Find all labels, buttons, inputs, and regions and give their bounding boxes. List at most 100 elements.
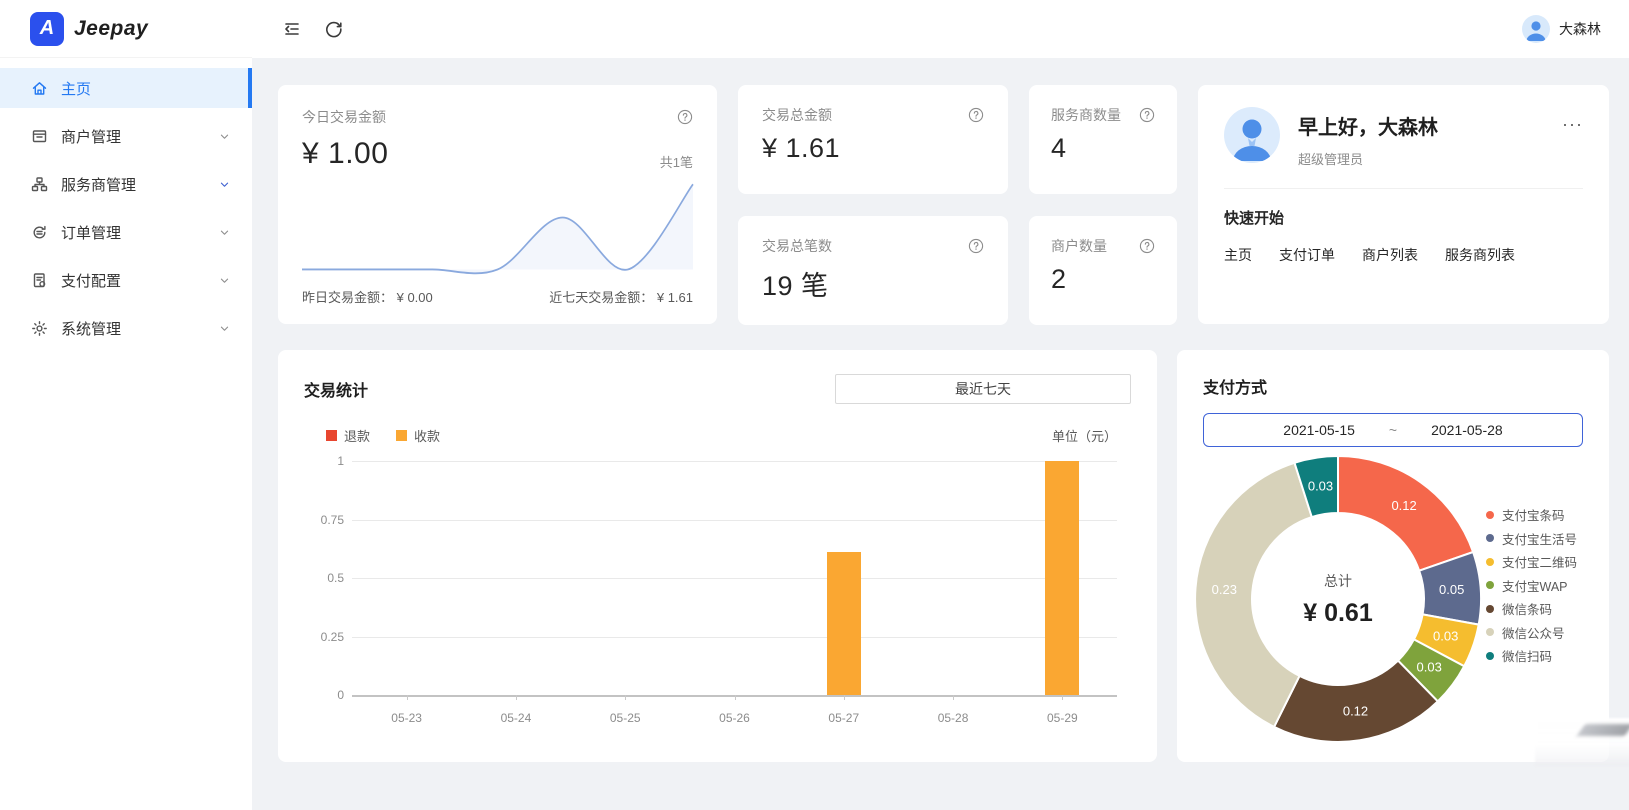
card-mch-count: 商户数量 2	[1029, 216, 1177, 325]
main-content: 今日交易金额 ¥ 1.00 共1笔 昨日交易金额： ¥ 0.00 近七天交易金额…	[252, 58, 1629, 810]
gridline	[352, 520, 1117, 521]
bar-收款-05-27[interactable]	[827, 552, 861, 695]
sidebar-item-2[interactable]: 服务商管理	[0, 164, 252, 204]
quick-link[interactable]: 主页	[1224, 245, 1252, 265]
sidebar-item-1[interactable]: 商户管理	[0, 116, 252, 156]
sidebar-item-label: 主页	[61, 78, 91, 99]
more-ellipsis-icon[interactable]: ···	[1562, 107, 1583, 133]
y-axis-tick: 1	[304, 454, 344, 468]
legend-swatch-icon	[326, 430, 337, 441]
y-axis-tick: 0.25	[304, 630, 344, 644]
sidebar-item-label: 系统管理	[61, 318, 121, 339]
date-start[interactable]: 2021-05-15	[1283, 422, 1355, 438]
chevron-down-icon	[219, 179, 230, 190]
order-icon	[31, 224, 48, 241]
legend-dot-icon	[1486, 628, 1494, 636]
gridline	[352, 461, 1117, 462]
sidebar-item-label: 服务商管理	[61, 174, 136, 195]
question-circle-icon[interactable]	[677, 109, 693, 125]
question-circle-icon[interactable]	[968, 238, 984, 254]
quick-link[interactable]: 支付订单	[1279, 245, 1335, 265]
user-avatar-large	[1224, 107, 1280, 163]
range-select[interactable]: 最近七天	[835, 374, 1131, 404]
donut-slice-支付宝条码[interactable]	[1338, 456, 1473, 571]
legend-item[interactable]: 退款	[326, 426, 370, 445]
quick-start-title: 快速开始	[1224, 207, 1583, 228]
legend-label: 支付宝二维码	[1502, 552, 1577, 571]
legend-label: 退款	[344, 426, 370, 445]
total-count-title: 交易总笔数	[762, 236, 832, 256]
legend-dot-icon	[1486, 605, 1494, 613]
bar-收款-05-29[interactable]	[1045, 461, 1079, 695]
chevron-down-icon	[219, 131, 230, 142]
card-pay-method: 支付方式 2021-05-15 ~ 2021-05-28 0.120.050.0…	[1177, 350, 1609, 762]
quick-links: 主页 支付订单 商户列表 服务商列表	[1224, 245, 1583, 265]
sidebar-item-5[interactable]: 系统管理	[0, 308, 252, 348]
today-amount-sparkline	[302, 175, 693, 281]
brand[interactable]: A Jeepay	[0, 0, 252, 58]
question-circle-icon[interactable]	[1139, 107, 1155, 123]
sidebar-menu: 主页商户管理服务商管理订单管理支付配置系统管理	[0, 68, 252, 348]
today-amount-value: ¥ 1.00	[302, 137, 388, 171]
trend-chart-title: 交易统计	[304, 377, 368, 401]
divider	[1224, 188, 1583, 189]
legend-label: 微信扫码	[1502, 646, 1552, 665]
legend-item[interactable]: 收款	[396, 426, 440, 445]
card-total-count: 交易总笔数 19 笔	[738, 216, 1008, 325]
user-role: 超级管理员	[1298, 149, 1438, 168]
donut-legend-item[interactable]: 微信条码	[1486, 597, 1577, 621]
isv-count-value: 4	[1051, 133, 1155, 164]
legend-label: 收款	[414, 426, 440, 445]
donut-legend-item[interactable]: 微信公众号	[1486, 621, 1577, 645]
range-select-value: 最近七天	[955, 379, 1011, 399]
quick-link[interactable]: 服务商列表	[1445, 245, 1515, 265]
user-avatar	[1522, 15, 1550, 43]
mch-count-title: 商户数量	[1051, 236, 1107, 256]
shop-icon	[31, 128, 48, 145]
x-axis-tick: 05-23	[391, 711, 422, 725]
donut-legend-item[interactable]: 支付宝生活号	[1486, 527, 1577, 551]
question-circle-icon[interactable]	[968, 107, 984, 123]
seven-day-amount: 近七天交易金额： ¥ 1.61	[549, 287, 693, 306]
donut-slice-label: 0.12	[1343, 704, 1368, 719]
yesterday-amount: 昨日交易金额： ¥ 0.00	[302, 287, 433, 306]
card-trade-trend: 交易统计 最近七天 退款收款 单位（元） 00.250.50.75105-230…	[278, 350, 1157, 762]
date-range-picker[interactable]: 2021-05-15 ~ 2021-05-28	[1203, 413, 1583, 447]
donut-legend-item[interactable]: 支付宝条码	[1486, 503, 1577, 527]
gridline	[352, 578, 1117, 579]
legend-dot-icon	[1486, 511, 1494, 519]
sidebar-item-3[interactable]: 订单管理	[0, 212, 252, 252]
x-axis-tick: 05-25	[610, 711, 641, 725]
x-axis-tick-mark	[735, 695, 736, 700]
legend-dot-icon	[1486, 581, 1494, 589]
card-isv-count: 服务商数量 4	[1029, 85, 1177, 194]
mch-count-value: 2	[1051, 264, 1155, 295]
sidebar-item-4[interactable]: 支付配置	[0, 260, 252, 300]
unit-label: 单位（元）	[1052, 426, 1131, 445]
total-count-value: 19 笔	[762, 264, 984, 303]
question-circle-icon[interactable]	[1139, 238, 1155, 254]
quick-link[interactable]: 商户列表	[1362, 245, 1418, 265]
x-axis-tick: 05-26	[719, 711, 750, 725]
date-separator: ~	[1389, 422, 1397, 438]
x-axis-tick-mark	[1062, 695, 1063, 700]
donut-legend-item[interactable]: 支付宝二维码	[1486, 550, 1577, 574]
donut-slice-label: 0.03	[1417, 659, 1442, 674]
x-axis-tick-mark	[516, 695, 517, 700]
refresh-icon[interactable]	[324, 19, 344, 39]
donut-legend-item[interactable]: 支付宝WAP	[1486, 574, 1577, 598]
user-menu[interactable]: 大森林	[1522, 15, 1601, 43]
donut-legend: 支付宝条码支付宝生活号支付宝二维码支付宝WAP 微信条码微信公众号微信扫码	[1486, 503, 1577, 668]
donut-legend-item[interactable]: 微信扫码	[1486, 644, 1577, 668]
sidebar-item-home[interactable]: 主页	[0, 68, 252, 108]
total-amount-value: ¥ 1.61	[762, 133, 984, 164]
sidebar: A Jeepay 主页商户管理服务商管理订单管理支付配置系统管理	[0, 0, 252, 810]
menu-fold-icon[interactable]	[282, 19, 302, 39]
legend-label: 微信公众号	[1502, 623, 1565, 642]
gridline	[352, 637, 1117, 638]
home-icon	[31, 80, 48, 97]
x-axis-tick-mark	[625, 695, 626, 700]
legend-label: 支付宝WAP	[1502, 576, 1568, 595]
brand-name: Jeepay	[74, 17, 148, 41]
date-end[interactable]: 2021-05-28	[1431, 422, 1503, 438]
